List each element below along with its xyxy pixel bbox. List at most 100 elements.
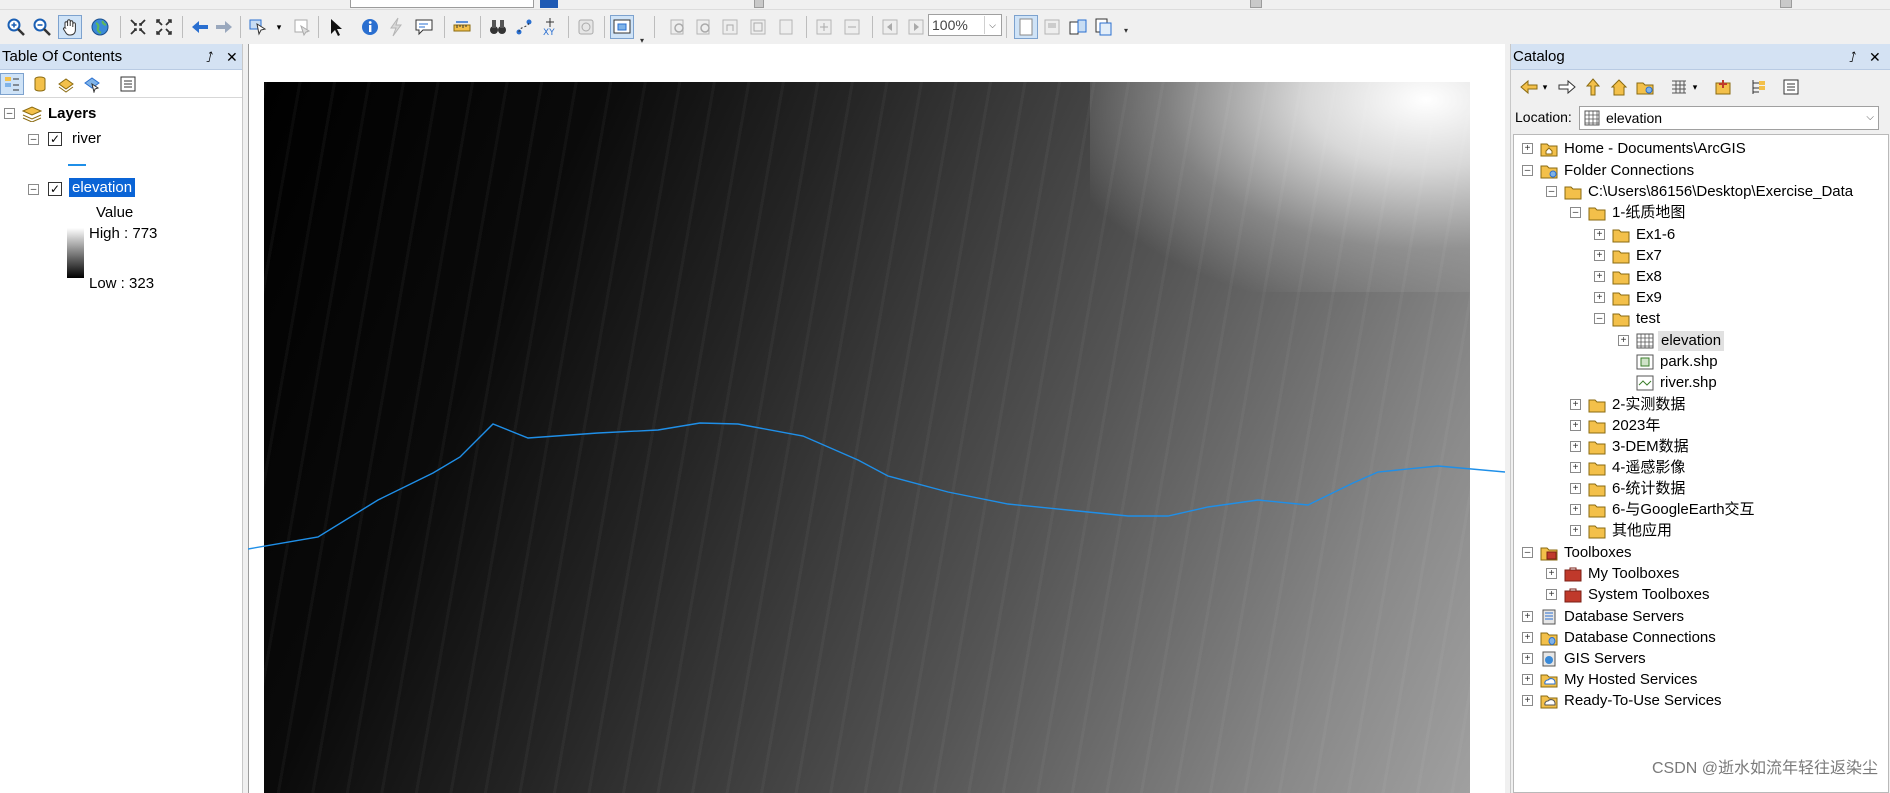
expand-icon[interactable]: + [1522,695,1533,706]
close-icon[interactable]: ✕ [226,44,238,70]
hyperlink-bolt-icon[interactable] [384,15,408,39]
expand-icon[interactable]: + [1570,462,1581,473]
list-by-drawing-order-icon[interactable] [0,73,24,95]
expand-icon[interactable]: + [1570,441,1581,452]
list-by-visibility-icon[interactable] [54,73,78,95]
fixed-zoom-in-icon[interactable] [126,15,150,39]
expand-icon[interactable]: + [1522,632,1533,643]
data-driven-pages-icon[interactable] [1092,15,1116,39]
chevron-down-icon[interactable]: ⌵ [1866,107,1874,129]
previous-extent-layout-icon[interactable] [878,15,902,39]
expand-icon[interactable]: + [1522,611,1533,622]
layer-name-river[interactable]: river [72,130,101,147]
chevron-down-icon[interactable]: ⌵ [984,16,1000,34]
elevation-visibility-checkbox[interactable]: ✓ [48,182,62,196]
pan-hand-icon[interactable] [58,15,82,39]
expand-icon[interactable]: + [1594,292,1605,303]
expand-icon[interactable]: + [1522,653,1533,664]
expand-icon[interactable]: + [1594,271,1605,282]
go-back-arrow-icon[interactable] [188,15,212,39]
zoom-out-icon[interactable] [30,15,54,39]
collapse-icon[interactable]: – [1546,186,1557,197]
expand-icon[interactable]: + [1594,250,1605,261]
list-by-source-icon[interactable] [28,73,52,95]
dropdown-arrow-icon[interactable]: ▾ [274,15,284,39]
layer-name-elevation[interactable]: elevation [69,178,136,197]
layout-zoom-in-icon[interactable] [666,15,690,39]
expand-icon[interactable]: + [1570,504,1581,515]
expand-icon[interactable]: + [1618,335,1629,346]
toolbar-separator [240,16,241,38]
change-layout-icon[interactable] [1066,15,1090,39]
expand-icon[interactable]: + [1594,229,1605,240]
collapse-icon[interactable]: – [28,184,39,195]
elevation-color-ramp[interactable] [67,228,84,278]
collapse-icon[interactable]: – [1594,313,1605,324]
collapse-icon[interactable]: – [1570,207,1581,218]
find-binoculars-icon[interactable] [486,15,510,39]
expand-icon[interactable]: + [1570,420,1581,431]
river-visibility-checkbox[interactable]: ✓ [48,132,62,146]
pin-icon[interactable]: ⭜ [206,44,213,70]
collapse-icon[interactable]: – [28,134,39,145]
collapse-icon[interactable]: – [4,108,15,119]
fixed-zoom-out-layout-icon[interactable] [840,15,864,39]
layout-pan-icon[interactable] [718,15,742,39]
toggle-contents-panel-icon[interactable] [1747,76,1771,98]
chevron-down-icon[interactable]: ▾ [1539,76,1551,98]
go-to-xy-icon[interactable]: XY [538,15,562,39]
launch-arcmap-icon[interactable] [1711,76,1735,98]
select-elements-arrow-icon[interactable] [324,15,348,39]
home-icon[interactable] [1607,76,1631,98]
measure-ruler-icon[interactable] [450,15,474,39]
river-line-symbol[interactable] [68,164,86,166]
expand-icon[interactable]: + [1570,399,1581,410]
fixed-zoom-in-layout-icon[interactable] [812,15,836,39]
forward-arrow-icon[interactable] [1555,76,1579,98]
select-features-icon[interactable] [246,15,270,39]
close-icon[interactable]: ✕ [1869,44,1881,70]
catalog-options-icon[interactable] [1779,76,1803,98]
focus-data-frame-icon[interactable] [1040,15,1064,39]
location-combobox[interactable]: elevation ⌵ [1579,106,1879,130]
tree-label: 1-纸质地图 [1612,204,1686,221]
expand-icon[interactable]: + [1522,674,1533,685]
expand-icon[interactable]: + [1546,568,1557,579]
layout-zoom-combobox[interactable]: 100% ⌵ [928,14,1002,36]
toc-options-icon[interactable] [116,73,140,95]
watermark-text: CSDN @逝水如流年轻往返染尘 [1651,760,1878,777]
list-by-selection-icon[interactable] [80,73,104,95]
expand-icon[interactable]: + [1546,589,1557,600]
pin-icon[interactable]: ⭜ [1849,44,1856,70]
connect-folder-icon[interactable] [1633,76,1657,98]
fixed-zoom-out-icon[interactable] [152,15,176,39]
layers-label[interactable]: Layers [48,105,96,122]
svg-text:XY: XY [543,28,555,37]
layout-zoom-out-icon[interactable] [692,15,716,39]
up-one-level-icon[interactable] [1581,76,1605,98]
next-extent-layout-icon[interactable] [904,15,928,39]
scale-combobox-stub[interactable] [350,0,534,8]
toggle-draft-mode-icon[interactable] [1014,15,1038,39]
collapse-icon[interactable]: – [1522,165,1533,176]
go-forward-arrow-icon[interactable] [212,15,236,39]
expand-icon[interactable]: + [1570,483,1581,494]
views-grid-icon[interactable] [1667,76,1691,98]
back-arrow-icon[interactable] [1517,76,1541,98]
expand-icon[interactable]: + [1570,525,1581,536]
zoom-100-percent-icon[interactable] [774,15,798,39]
full-extent-globe-icon[interactable] [88,15,112,39]
time-slider-icon[interactable] [574,15,598,39]
zoom-in-icon[interactable] [4,15,28,39]
clear-selection-icon[interactable] [290,15,314,39]
toolbar-button-stub[interactable] [540,0,558,8]
find-route-icon[interactable] [512,15,536,39]
expand-icon[interactable]: + [1522,143,1533,154]
river-polyline[interactable] [248,400,1505,560]
identify-icon[interactable] [358,15,382,39]
chevron-down-icon[interactable]: ▾ [1689,76,1701,98]
html-popup-icon[interactable] [412,15,436,39]
collapse-icon[interactable]: – [1522,547,1533,558]
zoom-whole-page-icon[interactable] [746,15,770,39]
create-viewer-window-icon[interactable] [610,15,634,39]
